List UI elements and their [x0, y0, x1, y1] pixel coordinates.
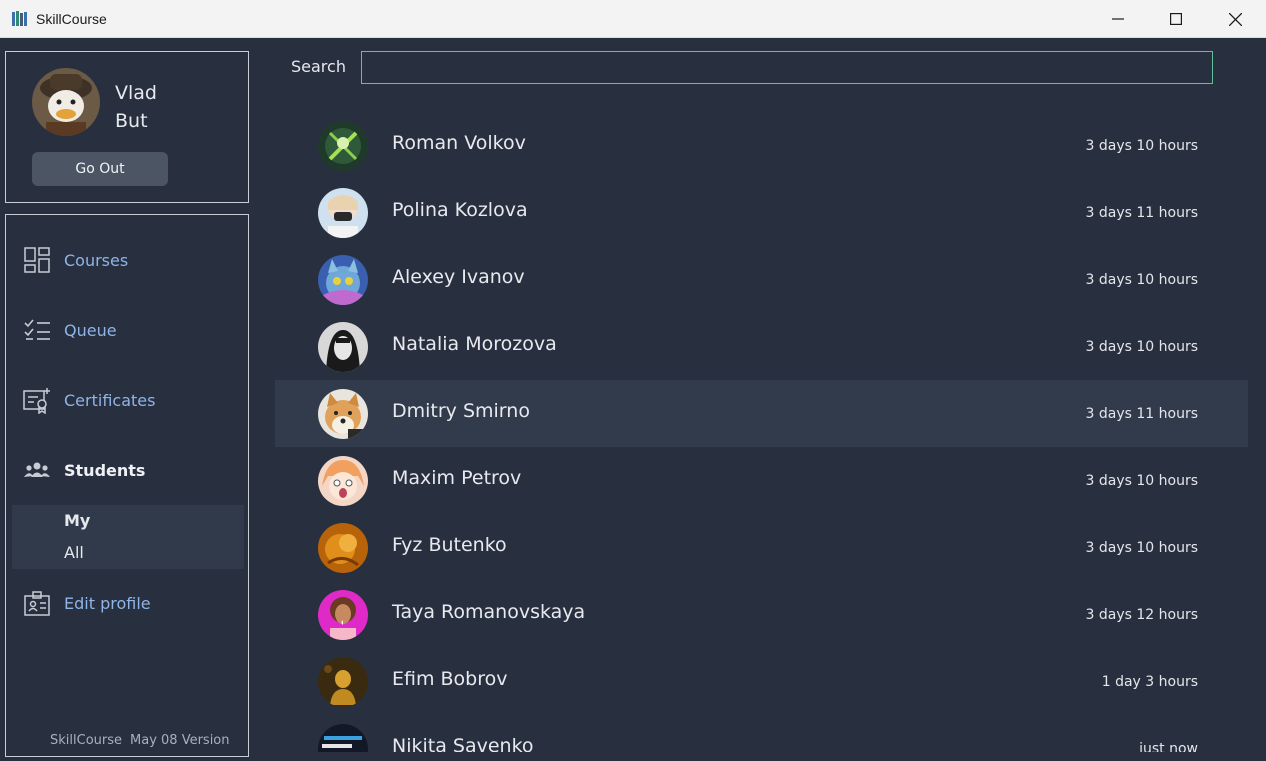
grid-icon — [22, 245, 52, 275]
nav-panel: Courses Queue Certificates Students My A… — [5, 214, 249, 757]
avatar — [318, 322, 368, 372]
avatar — [318, 121, 368, 171]
student-time: 3 days 10 hours — [1085, 272, 1198, 288]
student-row[interactable]: Nikita Savenko just now — [275, 715, 1248, 752]
user-first-name: Vlad — [115, 82, 157, 104]
nav-label-courses: Courses — [64, 250, 129, 270]
student-name: Nikita Savenko — [392, 735, 534, 752]
checklist-icon — [22, 315, 52, 345]
student-row[interactable]: Polina Kozlova 3 days 11 hours — [275, 179, 1248, 246]
user-last-name: But — [115, 110, 148, 132]
window-title: SkillCourse — [36, 11, 107, 27]
avatar — [32, 68, 100, 136]
nav-label-edit-profile: Edit profile — [64, 593, 151, 613]
avatar — [318, 590, 368, 640]
certificate-icon — [22, 385, 52, 415]
close-button[interactable] — [1206, 0, 1264, 38]
maximize-icon — [1170, 13, 1182, 25]
student-time: 3 days 12 hours — [1085, 607, 1198, 623]
nav-item-students[interactable]: Students — [6, 450, 248, 490]
books-icon — [12, 11, 27, 26]
nav-item-certificates[interactable]: Certificates — [6, 380, 248, 420]
search-input[interactable] — [361, 51, 1213, 84]
nav-label-certificates: Certificates — [64, 390, 156, 410]
minimize-icon — [1112, 18, 1124, 20]
id-badge-icon — [22, 588, 52, 618]
footer-version: May 08 Version — [130, 733, 230, 748]
student-row[interactable]: Natalia Morozova 3 days 10 hours — [275, 313, 1248, 380]
student-name: Roman Volkov — [392, 132, 526, 154]
submenu-item-all[interactable]: All — [64, 543, 84, 562]
student-time: just now — [1139, 741, 1198, 752]
avatar — [318, 255, 368, 305]
student-row[interactable]: Dmitry Smirno 3 days 11 hours — [275, 380, 1248, 447]
student-name: Alexey Ivanov — [392, 266, 525, 288]
submenu-item-my[interactable]: My — [64, 511, 90, 530]
avatar — [318, 389, 368, 439]
student-row[interactable]: Efim Bobrov 1 day 3 hours — [275, 648, 1248, 715]
student-name: Maxim Petrov — [392, 467, 522, 489]
student-name: Fyz Butenko — [392, 534, 507, 556]
student-time: 3 days 10 hours — [1085, 339, 1198, 355]
student-time: 1 day 3 hours — [1101, 674, 1198, 690]
student-row[interactable]: Fyz Butenko 3 days 10 hours — [275, 514, 1248, 581]
student-time: 3 days 11 hours — [1085, 205, 1198, 221]
footer-app-name: SkillCourse — [50, 733, 123, 748]
close-icon — [1228, 12, 1242, 26]
student-row[interactable]: Roman Volkov 3 days 10 hours — [275, 112, 1248, 179]
student-time: 3 days 10 hours — [1085, 138, 1198, 154]
student-name: Efim Bobrov — [392, 668, 508, 690]
students-submenu: My All — [12, 505, 244, 569]
nav-item-edit-profile[interactable]: Edit profile — [6, 583, 248, 623]
avatar — [318, 456, 368, 506]
version-footer: SkillCourse May 08 Version — [50, 733, 238, 748]
student-name: Dmitry Smirno — [392, 400, 530, 422]
student-row[interactable]: Maxim Petrov 3 days 10 hours — [275, 447, 1248, 514]
go-out-button[interactable]: Go Out — [32, 152, 168, 186]
student-row[interactable]: Taya Romanovskaya 3 days 12 hours — [275, 581, 1248, 648]
student-time: 3 days 11 hours — [1085, 406, 1198, 422]
student-name: Polina Kozlova — [392, 199, 528, 221]
profile-panel: Vlad But Go Out — [5, 51, 249, 203]
student-name: Taya Romanovskaya — [392, 601, 586, 623]
title-bar: SkillCourse — [0, 0, 1266, 38]
nav-item-queue[interactable]: Queue — [6, 310, 248, 350]
student-row[interactable]: Alexey Ivanov 3 days 10 hours — [275, 246, 1248, 313]
avatar — [318, 724, 368, 752]
search-label: Search — [291, 57, 346, 76]
nav-label-queue: Queue — [64, 320, 117, 340]
avatar — [318, 523, 368, 573]
avatar — [318, 188, 368, 238]
avatar — [318, 657, 368, 707]
nav-label-students: Students — [64, 460, 146, 480]
nav-item-courses[interactable]: Courses — [6, 240, 248, 280]
maximize-button[interactable] — [1147, 0, 1205, 38]
student-time: 3 days 10 hours — [1085, 540, 1198, 556]
student-name: Natalia Morozova — [392, 333, 557, 355]
minimize-button[interactable] — [1089, 0, 1147, 38]
student-list: Roman Volkov 3 days 10 hours Polina Kozl… — [275, 112, 1248, 752]
student-time: 3 days 10 hours — [1085, 473, 1198, 489]
people-icon — [22, 455, 52, 485]
